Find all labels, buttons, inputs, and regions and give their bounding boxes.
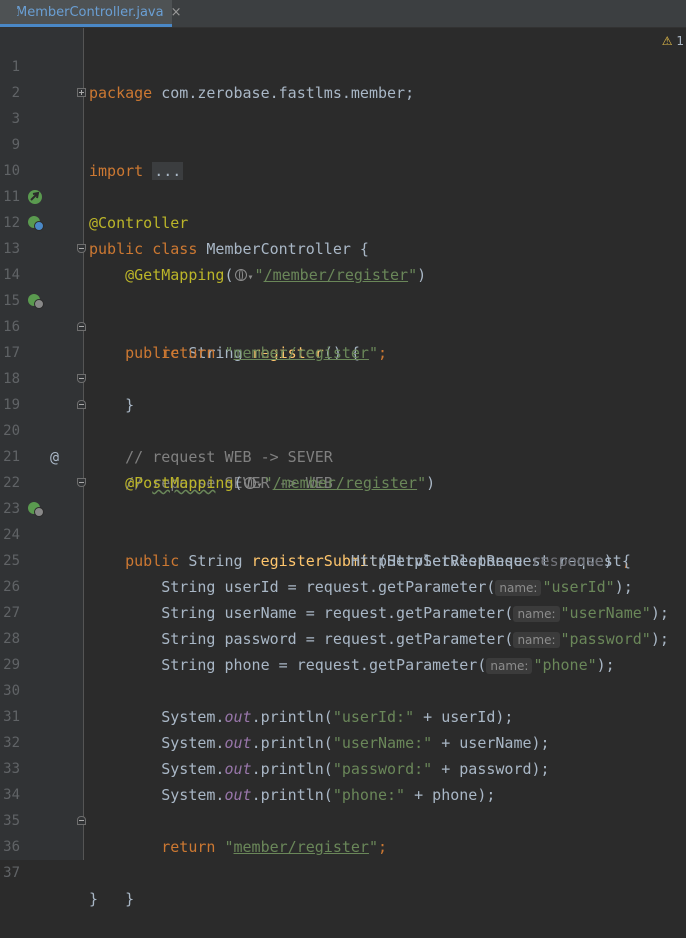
warning-count: 1 <box>676 34 684 48</box>
editor-tab-bar: MemberController.java × <box>0 0 686 28</box>
code-line: 24 <box>0 496 686 543</box>
fold-collapse-icon[interactable] <box>77 478 86 487</box>
code-line: 33 System.out.println("phone:" + phone); <box>0 730 686 804</box>
code-line: 2 <box>0 54 686 101</box>
line-number: 37 <box>3 865 20 881</box>
request-mapping-icon[interactable] <box>27 449 44 517</box>
code-line: 28 String phone = request.getParameter(n… <box>0 600 686 674</box>
code-line: 1 package com.zerobase.fastlms.member; ⚠… <box>0 28 686 102</box>
code-line: 20 // reponse SEVER -> WEB <box>0 392 686 492</box>
tab-label: MemberController.java <box>16 4 164 20</box>
code-line: 19 // request WEB -> SEVER <box>0 366 686 466</box>
fold-collapse-icon[interactable] <box>77 244 86 253</box>
spring-bean-icon[interactable] <box>27 163 44 231</box>
code-line: 32 System.out.println("password:" + pass… <box>0 704 686 778</box>
brace: } <box>89 890 99 908</box>
code-line: 9 <box>0 106 686 153</box>
request-mapping-icon[interactable] <box>27 241 44 309</box>
close-icon[interactable]: × <box>171 5 182 20</box>
code-line: 3 import ... <box>0 80 686 180</box>
code-line: 27 String password = request.getParamete… <box>0 574 686 648</box>
code-line: 13 @GetMapping(▾"/member/register") <box>0 210 686 284</box>
fold-collapse-icon[interactable] <box>77 816 86 825</box>
warning-icon: ⚠ <box>661 34 673 48</box>
code-line: 35 return "member/register"; <box>0 782 686 856</box>
warning-indicator[interactable]: ⚠ 1 <box>662 28 684 54</box>
code-line: 14 public String register() { <box>0 236 686 362</box>
code-line: 29 <box>0 626 686 673</box>
code-editor[interactable]: 1 package com.zerobase.fastlms.member; ⚠… <box>0 28 686 908</box>
code-line: 23 HttpServletResponse response) { <box>0 470 686 570</box>
code-line: 31 System.out.println("userName:" + user… <box>0 678 686 752</box>
code-line: 10 @Controller <box>0 132 686 232</box>
code-line: 11 public class MemberController { <box>0 158 686 258</box>
spring-bean-icon[interactable] <box>27 137 43 204</box>
code-line: 34 <box>0 756 686 803</box>
brace: } <box>125 890 135 908</box>
at-symbol-icon[interactable]: @ <box>50 444 59 470</box>
code-line: 18 <box>0 340 686 387</box>
code-line: 22 @ public String registerSubmit(HttpSe… <box>0 444 686 570</box>
tab-membercontroller[interactable]: MemberController.java × <box>0 0 182 27</box>
code-line: 30 System.out.println("userId:" + userId… <box>0 652 686 726</box>
code-line: 25 String userId = request.getParameter(… <box>0 522 686 596</box>
code-line: 12 <box>0 184 686 231</box>
code-line: 15 <box>0 262 686 309</box>
fold-expand-icon[interactable] <box>77 88 86 97</box>
fold-collapse-icon[interactable] <box>77 322 86 331</box>
fold-collapse-icon[interactable] <box>77 400 86 409</box>
code-line: 37 } <box>0 834 686 908</box>
code-line: 16 return "member/register"; <box>0 288 686 362</box>
code-line: 26 String userName = request.getParamete… <box>0 548 686 622</box>
code-line: 21 @PostMapping(▾"/member/register") <box>0 418 686 492</box>
code-line: 17 } <box>0 314 686 414</box>
fold-collapse-icon[interactable] <box>77 374 86 383</box>
code-line: 36 } <box>0 808 686 908</box>
